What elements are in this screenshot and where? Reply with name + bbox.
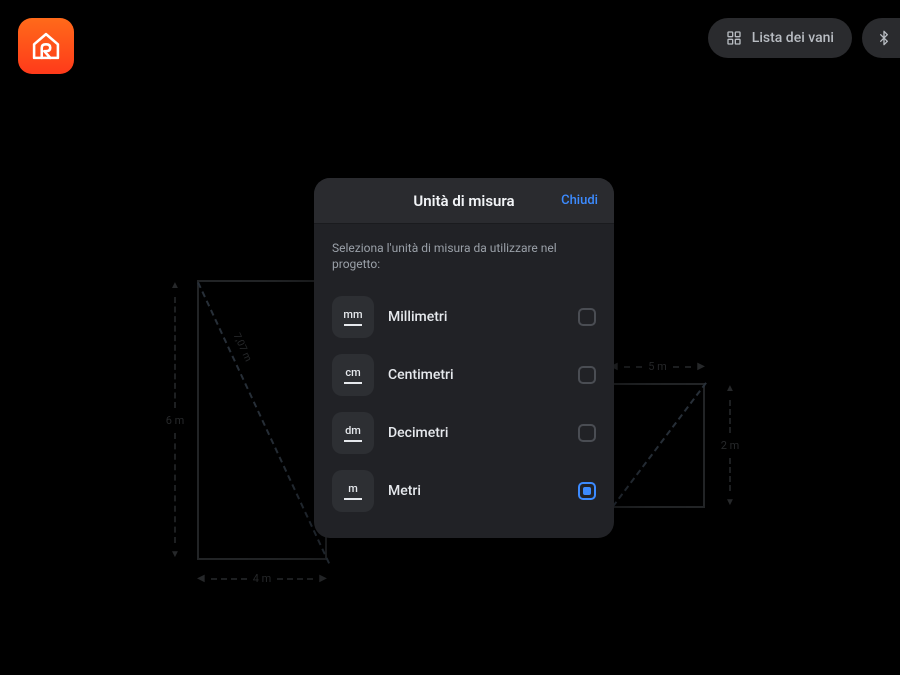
room-diagonal (612, 382, 707, 507)
dimension-label: 4 m (253, 572, 272, 585)
unit-label: Centimetri (388, 367, 564, 383)
bluetooth-icon (876, 30, 892, 46)
unit-option-row[interactable]: m Metri (332, 462, 596, 520)
room-diagonal (197, 282, 330, 564)
house-r-icon (29, 29, 63, 63)
dimension-label: 2 m (721, 439, 740, 452)
room-shape (610, 383, 705, 508)
unit-chip[interactable]: mm (332, 296, 374, 338)
unit-abbr: m (348, 482, 358, 495)
unit-label: Decimetri (388, 425, 564, 441)
unit-abbr: dm (345, 424, 361, 437)
dimension-guide: ▲ 2 m ▼ (716, 383, 744, 508)
dimension-guide: ▲ 6 m ▼ (160, 280, 190, 560)
dimension-label: 6 m (166, 414, 185, 427)
unit-option-row[interactable]: mm Millimetri (332, 288, 596, 346)
grid-icon (726, 30, 742, 46)
unit-checkbox[interactable] (578, 424, 596, 442)
dimension-guide: ◀ 4 m ▶ (197, 572, 327, 585)
unit-chip[interactable]: cm (332, 354, 374, 396)
unit-checkbox[interactable] (578, 482, 596, 500)
units-modal: Unità di misura Chiudi Seleziona l'unità… (314, 178, 614, 538)
room-shape (197, 280, 327, 560)
unit-abbr: mm (343, 308, 362, 321)
unit-label: Millimetri (388, 309, 564, 325)
unit-option-row[interactable]: cm Centimetri (332, 346, 596, 404)
unit-checkbox[interactable] (578, 308, 596, 326)
underline-icon (344, 498, 362, 500)
underline-icon (344, 382, 362, 384)
dimension-guide: ◀ 5 m ▶ (610, 360, 705, 373)
bluetooth-button[interactable] (862, 18, 900, 58)
close-button[interactable]: Chiudi (561, 193, 598, 208)
underline-icon (344, 324, 362, 326)
unit-option-row[interactable]: dm Decimetri (332, 404, 596, 462)
modal-header: Unità di misura Chiudi (314, 178, 614, 224)
modal-description: Seleziona l'unità di misura da utilizzar… (332, 240, 596, 272)
modal-title: Unità di misura (413, 192, 514, 210)
unit-chip[interactable]: dm (332, 412, 374, 454)
unit-abbr: cm (345, 366, 360, 379)
unit-label: Metri (388, 483, 564, 499)
unit-chip[interactable]: m (332, 470, 374, 512)
rooms-list-label: Lista dei vani (752, 30, 834, 46)
dimension-label: 5 m (648, 360, 667, 373)
app-logo[interactable] (18, 18, 74, 74)
dimension-label: 7,07 m (231, 332, 254, 364)
rooms-list-button[interactable]: Lista dei vani (708, 18, 852, 58)
underline-icon (344, 440, 362, 442)
unit-checkbox[interactable] (578, 366, 596, 384)
